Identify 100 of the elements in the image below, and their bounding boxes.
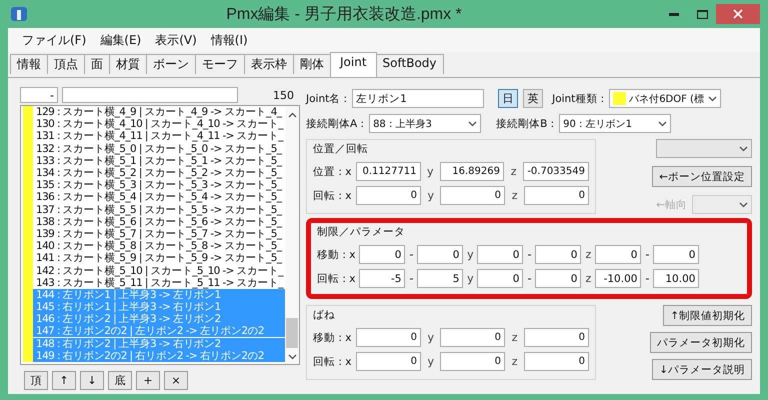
number-field[interactable]: 0 [524, 186, 589, 205]
item-count: 150 [273, 88, 294, 102]
joint-name-label: Joint名 : [306, 92, 348, 106]
list-item[interactable]: 132 : スカート横_5_0 | スカート_5_0 -> スカート_5_ [33, 142, 285, 155]
window-title: Pmx編集 - 男子用衣装改造.pmx * [225, 4, 463, 24]
joint-type-dropdown[interactable]: バネ付6DOF (標 [609, 89, 722, 108]
language-toggle[interactable]: 英 [523, 89, 544, 108]
body-a-label: 接続剛体A : [306, 116, 364, 130]
list-item[interactable]: 136 : スカート横_5_4 | スカート_5_4 -> スカート_5_ [33, 191, 285, 204]
menu-item[interactable]: ファイル(F) [22, 32, 86, 50]
number-field[interactable]: 0 [524, 328, 589, 347]
minimize-icon[interactable] [669, 12, 679, 16]
number-field[interactable]: 0 [653, 245, 700, 264]
axis-label: y [466, 272, 475, 285]
action-button[interactable]: パラメータ初期化 [650, 332, 752, 353]
app-icon [10, 5, 28, 23]
maximize-icon[interactable] [696, 10, 708, 18]
body-b-label: 接続剛体B : [496, 116, 554, 130]
menu-item[interactable]: 情報(I) [210, 32, 248, 50]
color-swatch [23, 350, 33, 362]
number-field[interactable]: 0 [440, 352, 505, 371]
joint-name-field[interactable]: 左リボン1 [352, 89, 484, 108]
tab[interactable]: Joint [330, 52, 377, 77]
joint-type-label: Joint種類 : [552, 92, 604, 106]
axis-label: z [510, 165, 518, 178]
range-field[interactable]: - [20, 87, 58, 103]
axis-label: y [426, 189, 435, 202]
axis-label: z [584, 248, 592, 261]
list-item[interactable]: 129 : スカート横_4_9 | スカート_4_9 -> スカート_4_ [33, 106, 285, 118]
list-item[interactable]: 133 : スカート横_5_1 | スカート_5_1 -> スカート_5_ [33, 154, 285, 167]
scrollbar-thumb[interactable] [286, 318, 298, 348]
list-item[interactable]: 140 : スカート横_5_8 | スカート_5_8 -> スカート_5_ [33, 240, 285, 252]
range-dash: - [526, 248, 532, 261]
list-button[interactable]: 底 [108, 371, 132, 390]
menu-item[interactable]: 表示(V) [155, 32, 197, 50]
list-item[interactable]: 139 : スカート横_5_7 | スカート_5_7 -> スカート_5_ [33, 228, 285, 240]
caret-icon [708, 96, 718, 102]
list-button[interactable]: × [164, 371, 188, 390]
caret-icon [658, 120, 668, 126]
tab[interactable]: 情報 [10, 54, 48, 74]
scrollbar[interactable] [285, 106, 299, 364]
caret-icon [739, 202, 748, 208]
number-field[interactable]: 0.1127711 [356, 162, 421, 181]
color-swatch [613, 92, 626, 105]
body-a-dropdown[interactable]: 88 : 上半身3 [369, 114, 482, 133]
number-field[interactable]: -10.00 [595, 269, 642, 288]
number-field[interactable]: 16.89269 [440, 162, 504, 181]
close-icon [733, 9, 743, 19]
number-field[interactable]: 0 [356, 352, 421, 371]
axis-label: ←軸向 [656, 198, 687, 212]
number-field[interactable]: 10.00 [653, 269, 700, 288]
list-item[interactable]: 143 : スカート横_5_11 | スカート_5_11 -> スカート_ [33, 276, 285, 289]
group-title: ばね [313, 308, 336, 322]
list-button[interactable]: 頂 [24, 371, 48, 390]
action-button[interactable]: ↑制限値初期化 [663, 305, 752, 326]
number-field[interactable]: -5 [359, 269, 406, 288]
row-label: 回転 : x [317, 272, 356, 286]
list-button[interactable]: ↓ [80, 371, 104, 390]
group-title: 位置／回転 [313, 142, 369, 156]
number-field[interactable]: 5 [417, 269, 464, 288]
number-field[interactable]: -0.7033549 [523, 162, 589, 181]
group-title: 制限／パラメータ [317, 225, 406, 239]
list-item[interactable]: 138 : スカート横_5_6 | スカート_5_6 -> スカート_5_ [33, 216, 285, 228]
list-item[interactable]: 134 : スカート横_5_2 | スカート_5_2 -> スカート_5_ [33, 167, 285, 180]
number-field[interactable]: 0 [477, 269, 524, 288]
number-field[interactable]: 0 [356, 328, 421, 347]
list-button[interactable]: + [136, 371, 160, 390]
range-dash: - [408, 248, 414, 261]
list-item[interactable]: 137 : スカート横_5_5 | スカート_5_5 -> スカート_5_ [33, 204, 285, 216]
number-field[interactable]: 0 [417, 245, 464, 264]
tab[interactable]: SoftBody [376, 54, 444, 74]
axis-label: y [466, 248, 475, 261]
caret-icon [468, 120, 478, 126]
number-field[interactable]: 0 [359, 245, 406, 264]
number-field[interactable]: 0 [535, 245, 582, 264]
body-b-dropdown[interactable]: 90 : 左リボン1 [559, 114, 672, 133]
language-toggle[interactable]: 日 [498, 89, 518, 108]
caret-icon [739, 146, 748, 152]
number-field[interactable]: 0 [477, 245, 524, 264]
list-item[interactable]: 131 : スカート横_4_11 | スカート_4_11 -> スカート_ [33, 130, 285, 142]
close-button[interactable] [716, 4, 760, 24]
list-item[interactable]: 135 : スカート横_5_3 | スカート_5_3 -> スカート_5_ [33, 179, 285, 192]
number-field[interactable]: 0 [356, 186, 421, 205]
axis-label: y [426, 165, 434, 178]
menu-item[interactable]: 編集(E) [100, 32, 142, 50]
list-button[interactable]: ↑ [52, 371, 76, 390]
number-field[interactable]: 0 [535, 269, 582, 288]
action-button[interactable]: ↓パラメータ説明 [652, 359, 752, 380]
scroll-down-icon[interactable] [288, 354, 296, 360]
filter-field[interactable] [62, 87, 238, 103]
bone-position-button[interactable]: ←ボーン位置設定 [652, 166, 752, 187]
number-field[interactable]: 0 [440, 186, 505, 205]
list-item[interactable]: 130 : スカート横_4_10 | スカート_4_10 -> スカート_ [33, 118, 285, 130]
number-field[interactable]: 0 [524, 352, 589, 371]
list-item[interactable]: 141 : スカート横_5_9 | スカート_5_9 -> スカート_5_ [33, 252, 285, 264]
number-field[interactable]: 0 [595, 245, 642, 264]
number-field[interactable]: 0 [440, 328, 505, 347]
range-dash: - [644, 248, 650, 261]
scroll-up-icon[interactable] [288, 112, 296, 118]
list-item[interactable]: 142 : スカート横_5_10 | スカート_5_10 -> スカート_ [33, 264, 285, 277]
